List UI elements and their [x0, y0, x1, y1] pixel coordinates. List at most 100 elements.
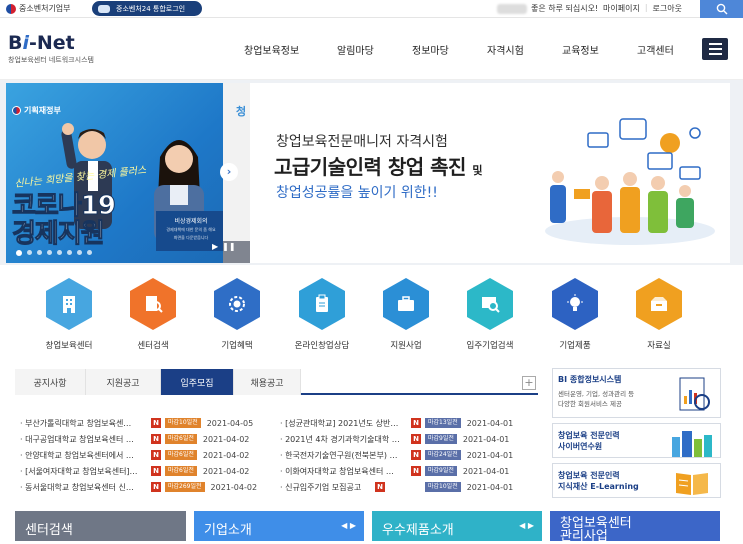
top-links: 마이페이지 | 로그아웃: [603, 3, 682, 14]
tab-support[interactable]: 지원공고: [86, 369, 161, 395]
slide-dot[interactable]: [57, 250, 62, 255]
new-badge: N: [151, 418, 161, 428]
slide-dot[interactable]: [27, 250, 32, 255]
slide-dot[interactable]: [47, 250, 52, 255]
new-badge: N: [411, 450, 421, 460]
user-name-blurred: [497, 3, 527, 14]
menu-icon[interactable]: [702, 38, 728, 60]
integrated-login-label: 중소벤처24 통합로그인: [116, 4, 186, 13]
slide-dot[interactable]: [87, 250, 92, 255]
quick-center-search[interactable]: 센터검색: [113, 278, 193, 351]
login-icon: [98, 4, 110, 13]
bottom-tiles: 센터검색 기업소개 ◀ ▶ 우수제품소개 ◀ ▶ 창업보육센터 관리사업: [0, 511, 743, 543]
chart-document-icon: [679, 377, 710, 411]
list-item[interactable]: · 동서울대학교 창업보육센터 신… N 마감269일전 2021-04-02: [20, 480, 257, 494]
deadline-badge: 마감10일전: [165, 418, 201, 428]
next-slide-arrow-icon[interactable]: ›: [220, 163, 238, 181]
divider: |: [644, 3, 648, 12]
exam-banner-line2: 고급기술인력 창업 촉진 및: [274, 155, 483, 179]
building-icon: [46, 278, 92, 330]
ip-elearning-banner[interactable]: 창업보육 전문인력 지식재산 E-Learning: [552, 463, 721, 498]
deadline-badge: 마감9일전: [425, 466, 457, 476]
list-item[interactable]: · 부산가톨릭대학교 창업보육센… N 마감10일전 2021-04-05: [20, 416, 253, 430]
tile-center-search[interactable]: 센터검색: [15, 511, 186, 541]
list-item[interactable]: · 안양대학교 창업보육센터에서 … N 마감6일전 2021-04-02: [20, 448, 249, 462]
logout-link[interactable]: 로그아웃: [653, 3, 682, 14]
nav-notice-board[interactable]: 알림마당: [337, 42, 412, 57]
site-logo[interactable]: Bi-Net 창업보육센터 네트워크시스템: [8, 32, 94, 65]
play-icon[interactable]: ▶: [212, 242, 218, 251]
magnifier-icon: [467, 278, 513, 330]
bi-info-system-banner[interactable]: BI 종합정보시스템 센터운영, 기업, 성과관리 등 다양한 회원서비스 제공: [552, 368, 721, 418]
integrated-login-button[interactable]: 중소벤처24 통합로그인: [92, 1, 202, 16]
deadline-badge: 마감9일전: [425, 434, 457, 444]
quick-archive[interactable]: 자료실: [619, 278, 699, 351]
tile-company-intro[interactable]: 기업소개 ◀ ▶: [194, 511, 364, 541]
tile-incubation-center[interactable]: 창업보육센터 관리사업: [550, 511, 720, 543]
list-item[interactable]: · 신규입주기업 모집공고 N 마감10일전 2021-04-01: [280, 480, 513, 494]
cyber-training-banner[interactable]: 창업보육 전문인력 사이버연수원: [552, 423, 721, 458]
carousel-arrows-icon[interactable]: ◀ ▶: [519, 521, 534, 530]
slide-dot[interactable]: [67, 250, 72, 255]
greeting: 좋은 하루 되십시오!: [497, 3, 598, 14]
clipboard-icon: [299, 278, 345, 330]
government-emblem-icon: [12, 106, 21, 115]
banner-title-line2: 경제지원: [12, 219, 106, 250]
quick-support-programs[interactable]: 지원사업: [366, 278, 446, 351]
carousel-arrows-icon[interactable]: ◀ ▶: [341, 521, 356, 530]
quick-tenant-search[interactable]: 입주기업검색: [450, 278, 530, 351]
government-emblem-icon: [6, 3, 16, 14]
new-badge: N: [411, 418, 421, 428]
quick-menu: 창업보육센터 센터검색 기업혜택 온라인창업상담 지원사업 입주기업검색 기업제…: [0, 270, 743, 360]
exam-banner[interactable]: 창업보육전문매니저 자격시험 고급기술인력 창업 촉진 및 창업성공률을 높이기…: [250, 83, 730, 263]
nav-customer-center[interactable]: 고객센터: [637, 42, 697, 57]
mypage-link[interactable]: 마이페이지: [603, 3, 640, 14]
deadline-badge: 마감6일전: [165, 466, 197, 476]
ministry-link[interactable]: 중소벤처기업부: [6, 3, 71, 14]
list-item[interactable]: · 한국전자기술연구원(전북본부) … N 마감24일전 2021-04-01: [280, 448, 513, 462]
archive-box-icon: [636, 278, 682, 330]
nav-education[interactable]: 교육정보: [562, 42, 637, 57]
deadline-badge: 마감10일전: [425, 482, 461, 492]
briefcase-icon: [383, 278, 429, 330]
greeting-text: 좋은 하루 되십시오!: [531, 4, 599, 13]
deadline-badge: 마감6일전: [165, 434, 197, 444]
open-book-icon: [676, 473, 708, 495]
tab-recruitment-tenants[interactable]: 입주모집: [161, 369, 234, 395]
list-item[interactable]: · [서울여자대학교 창업보육센터]… N 마감6일전 2021-04-02: [20, 464, 249, 478]
nav-certification-exam[interactable]: 자격시험: [487, 42, 562, 57]
board-tabs: 공지사항 지원공고 입주모집 채용공고: [15, 369, 538, 395]
quick-company-benefits[interactable]: 기업혜택: [197, 278, 277, 351]
quick-company-products[interactable]: 기업제품: [535, 278, 615, 351]
nav-startup-incubation[interactable]: 창업보육정보: [244, 42, 337, 57]
new-badge: N: [411, 466, 421, 476]
new-badge: N: [151, 466, 161, 476]
quick-online-consulting[interactable]: 온라인창업상담: [282, 278, 362, 351]
list-item[interactable]: · 대구공업대학교 창업보육센터 … N 마감6일전 2021-04-02: [20, 432, 249, 446]
exam-banner-line1: 창업보육전문매니저 자격시험: [276, 134, 448, 150]
lightbulb-icon: [552, 278, 598, 330]
covid-banner[interactable]: 기획재정부 신나는 희망을 찾는 경제 플러스 코로나19 경제지원 비상경제회…: [6, 83, 246, 263]
nav-info-board[interactable]: 정보마당: [412, 42, 487, 57]
logo-subtitle: 창업보육센터 네트워크시스템: [8, 56, 94, 64]
new-badge: N: [151, 434, 161, 444]
city-buildings-icon: [672, 431, 712, 457]
list-item[interactable]: · 이화여자대학교 창업보육센터 … N 마감9일전 2021-04-01: [280, 464, 509, 478]
slide-dot[interactable]: [77, 250, 82, 255]
top-utility-bar: 중소벤처기업부 중소벤처24 통합로그인 좋은 하루 되십시오! 마이페이지 |…: [0, 0, 743, 18]
more-button[interactable]: +: [522, 376, 536, 390]
tab-jobs[interactable]: 채용공고: [234, 369, 301, 395]
new-badge: N: [411, 434, 421, 444]
tab-notice[interactable]: 공지사항: [15, 369, 86, 395]
quick-incubation-center[interactable]: 창업보육센터: [29, 278, 109, 351]
pause-icon[interactable]: ❚❚: [222, 242, 235, 251]
slide-dot[interactable]: [37, 250, 42, 255]
business-team-illustration: [545, 118, 715, 245]
tile-best-products[interactable]: 우수제품소개 ◀ ▶: [372, 511, 542, 541]
list-item[interactable]: · 2021년 4차 경기과학기술대학 … N 마감9일전 2021-04-01: [280, 432, 509, 446]
top-search-button[interactable]: [700, 0, 743, 18]
slide-dot[interactable]: [16, 250, 22, 256]
search-icon: [716, 3, 727, 15]
list-item[interactable]: · [성균관대학교] 2021년도 상반… N 마감13일전 2021-04-0…: [280, 416, 513, 430]
deadline-badge: 마감13일전: [425, 418, 461, 428]
